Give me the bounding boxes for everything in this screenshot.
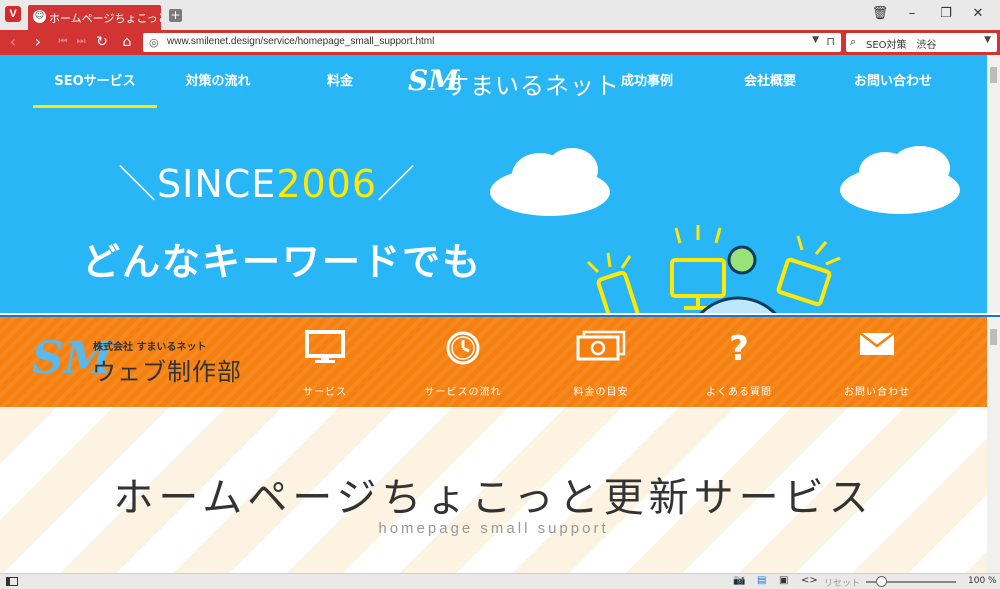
address-bar[interactable]: ◎ www.smilenet.design/service/homepage_s… xyxy=(143,33,841,52)
address-toolbar: ‹ › ⏮ ⏭ ↻ ⌂ ◎ www.smilenet.design/servic… xyxy=(0,30,1000,55)
top-pane-scroll-thumb[interactable] xyxy=(990,67,997,83)
menu-faq[interactable]: ? よくある質問 xyxy=(679,329,799,398)
site-logo-text[interactable]: すまいるネット xyxy=(445,66,620,101)
new-tab-button[interactable]: + xyxy=(169,9,182,22)
tile-layout-icon[interactable]: ▤ xyxy=(757,575,766,586)
laptop-icon xyxy=(776,257,832,307)
rewind-button[interactable]: ⏮ xyxy=(53,32,73,52)
mascot-character-icon xyxy=(699,245,777,313)
reload-button[interactable]: ↻ xyxy=(92,32,112,52)
since-year: 2006 xyxy=(276,162,378,206)
back-button[interactable]: ‹ xyxy=(3,32,23,52)
hero-headline: どんなキーワードでも xyxy=(82,240,483,284)
department-name[interactable]: ウェブ制作部 xyxy=(92,352,242,387)
hero-illustration xyxy=(490,146,960,313)
monitor-icon xyxy=(265,329,385,369)
nav-cases[interactable]: 成功事例 xyxy=(602,70,692,89)
active-tab[interactable]: ☺ ホームページちょこっと更新 xyxy=(28,5,161,30)
question-icon: ? xyxy=(729,329,749,369)
menu-contact[interactable]: お問い合わせ xyxy=(817,329,937,398)
url-dropdown-icon[interactable]: ▼ xyxy=(812,35,819,45)
search-engine-dropdown-icon[interactable]: ▼ xyxy=(984,35,991,45)
search-field[interactable]: ⌕ SEO対策 渋谷 ▼ xyxy=(846,33,997,52)
monitor-icon xyxy=(670,258,726,310)
zoom-level: 100 % xyxy=(968,576,997,586)
title-bar: V ☺ ホームページちょこっと更新 + 🗑 – ❐ ✕ xyxy=(0,0,1000,30)
since-suffix: ／ xyxy=(377,162,417,206)
top-tile-webpage: SEOサービス 対策の流れ 料金 SM すまいるネット 成功事例 会社概要 お問… xyxy=(0,55,1000,313)
search-icon: ⌕ xyxy=(850,35,857,48)
url-text: www.smilenet.design/service/homepage_sma… xyxy=(167,36,435,47)
menu-service[interactable]: サービス xyxy=(265,329,385,398)
menu-contact-label: お問い合わせ xyxy=(844,387,910,398)
bookmark-icon[interactable]: ⊓ xyxy=(826,35,835,48)
tab-title: ホームページちょこっと更新 xyxy=(49,12,161,25)
header-band: SM 株式会社 すまいるネット ウェブ制作部 サービス サービスの流れ 料金の目… xyxy=(0,317,987,407)
bottom-pane-scroll-thumb[interactable] xyxy=(990,329,997,345)
minimize-button[interactable]: – xyxy=(900,4,924,24)
image-icon[interactable]: ▣ xyxy=(779,575,788,586)
cloud-right-icon xyxy=(840,146,960,214)
zoom-reset-button[interactable]: リセット xyxy=(824,576,860,589)
since-prefix: ＼SINCE xyxy=(118,162,277,206)
menu-flow-label: サービスの流れ xyxy=(424,387,502,398)
menu-price-label: 料金の目安 xyxy=(573,387,629,398)
globe-icon: ◎ xyxy=(149,36,159,49)
menu-service-label: サービス xyxy=(303,387,347,398)
nav-price[interactable]: 料金 xyxy=(310,70,370,89)
forward-button[interactable]: › xyxy=(28,32,48,52)
menu-price[interactable]: 料金の目安 xyxy=(541,329,661,398)
panel-toggle-icon[interactable] xyxy=(6,577,18,586)
close-button[interactable]: ✕ xyxy=(966,4,990,24)
trash-icon[interactable]: 🗑 xyxy=(868,4,892,24)
nav-company[interactable]: 会社概要 xyxy=(725,70,815,89)
mail-icon xyxy=(817,329,937,369)
menu-faq-label: よくある質問 xyxy=(706,387,772,398)
zoom-slider-knob[interactable] xyxy=(876,576,887,587)
clock-icon xyxy=(403,329,523,369)
bottom-tile-webpage: SM 株式会社 すまいるネット ウェブ制作部 サービス サービスの流れ 料金の目… xyxy=(0,315,1000,573)
menu-flow[interactable]: サービスの流れ xyxy=(403,329,523,398)
home-button[interactable]: ⌂ xyxy=(117,32,137,52)
nav-contact[interactable]: お問い合わせ xyxy=(843,70,943,89)
tab-favicon-icon: ☺ xyxy=(33,10,46,23)
smartphone-icon xyxy=(596,270,640,313)
search-input-value: SEO対策 渋谷 xyxy=(866,40,937,51)
browser-menu-logo-icon[interactable]: V xyxy=(5,6,21,22)
since-heading: ＼SINCE2006／ xyxy=(118,153,416,208)
top-pane-scrollbar[interactable] xyxy=(987,55,1000,313)
nav-flow[interactable]: 対策の流れ xyxy=(168,70,268,89)
code-icon[interactable]: <> xyxy=(801,575,818,586)
nav-active-underline xyxy=(33,105,157,108)
money-icon xyxy=(541,329,661,369)
page-subtitle: homepage small support xyxy=(378,520,609,537)
cloud-left-icon xyxy=(490,148,610,216)
status-bar: 📷 ▤ ▣ <> リセット 100 % xyxy=(0,573,1000,589)
page-title: ホームページちょこっと更新サービス xyxy=(113,475,874,521)
nav-seo-service[interactable]: SEOサービス xyxy=(33,70,157,89)
bottom-pane-scrollbar[interactable] xyxy=(987,317,1000,573)
camera-icon[interactable]: 📷 xyxy=(733,575,745,586)
company-name[interactable]: 株式会社 すまいるネット xyxy=(93,338,206,353)
restore-button[interactable]: ❐ xyxy=(934,4,958,24)
fast-forward-button[interactable]: ⏭ xyxy=(71,32,91,52)
